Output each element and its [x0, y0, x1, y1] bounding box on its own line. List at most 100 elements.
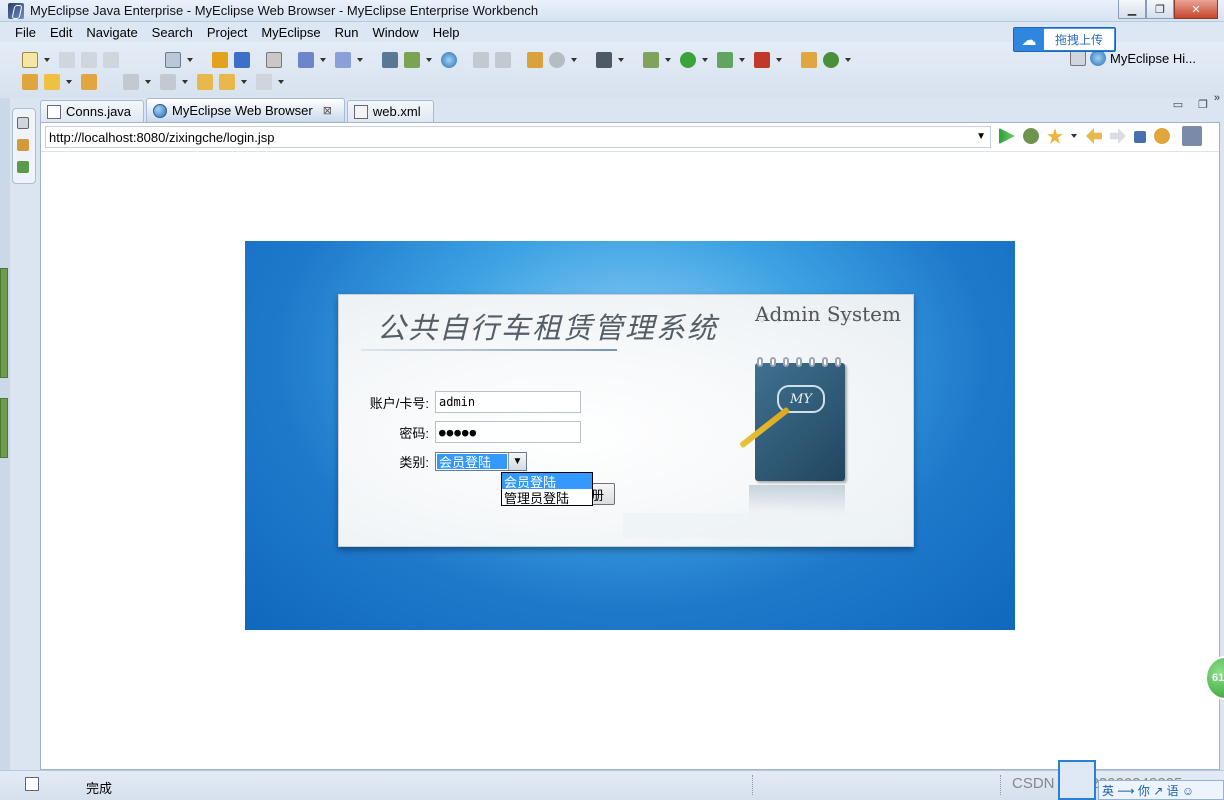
hierarchy-view-icon[interactable] [17, 161, 29, 173]
debug-dropdown-icon[interactable] [665, 52, 672, 68]
print-icon[interactable] [103, 52, 119, 68]
run-dropdown-icon[interactable] [702, 52, 709, 68]
prev-annotation-icon[interactable] [160, 74, 176, 90]
xml-file-icon [353, 104, 368, 119]
back-dropdown-icon[interactable] [241, 74, 248, 90]
gear-tool-icon[interactable] [549, 52, 565, 68]
forward-dropdown-icon[interactable] [278, 74, 285, 90]
menu-search[interactable]: Search [152, 25, 193, 40]
perspective-switcher[interactable]: MyEclipse Hi... [1070, 50, 1196, 66]
forward-arrow-icon[interactable] [256, 74, 272, 90]
save-all-icon[interactable] [81, 52, 97, 68]
open-type-icon[interactable] [801, 52, 817, 68]
myeclipse-icon[interactable] [1182, 126, 1202, 146]
close-window-button[interactable]: ✕ [1174, 0, 1218, 19]
open-tool-icon[interactable] [495, 52, 511, 68]
forward-icon[interactable] [1110, 128, 1126, 144]
camera-icon[interactable] [596, 52, 612, 68]
package-icon[interactable] [212, 52, 228, 68]
chevron-down-icon[interactable]: ▼ [508, 453, 526, 470]
refresh-dropdown-icon[interactable] [845, 52, 852, 68]
tab-label: MyEclipse Web Browser [172, 103, 313, 118]
login-card: 公共自行车租赁管理系统 Admin System Admin System 账户… [338, 294, 914, 547]
server-dropdown-icon[interactable] [187, 52, 194, 68]
hierarchy-icon[interactable] [382, 52, 398, 68]
ime-logo-icon[interactable] [1058, 760, 1096, 800]
password-input[interactable]: ●●●●● [435, 421, 581, 443]
menu-project[interactable]: Project [207, 25, 247, 40]
open-perspective-icon[interactable] [22, 74, 38, 90]
save-icon[interactable] [59, 52, 75, 68]
ime-status-bar[interactable]: 英 ⟶ 你 ↗ 语 ☺ [1098, 780, 1224, 800]
camera-dropdown-icon[interactable] [618, 52, 625, 68]
package-explorer-icon[interactable] [17, 139, 29, 151]
menu-file[interactable]: File [15, 25, 36, 40]
perspective-globe-icon [1090, 50, 1106, 66]
title-bar: MyEclipse Java Enterprise - MyEclipse We… [0, 0, 1224, 22]
menu-navigate[interactable]: Navigate [86, 25, 137, 40]
next-annotation-icon[interactable] [123, 74, 139, 90]
class-icon[interactable] [266, 52, 282, 68]
last-edit-icon[interactable] [197, 74, 213, 90]
external-dropdown-icon[interactable] [776, 52, 783, 68]
refresh-icon[interactable] [1154, 128, 1170, 144]
next-annotation-dropdown-icon[interactable] [145, 74, 152, 90]
java-file-icon [47, 104, 61, 119]
prev-annotation-dropdown-icon[interactable] [182, 74, 189, 90]
tab-conns-java[interactable]: Conns.java [40, 100, 145, 122]
url-input[interactable]: http://localhost:8080/zixingche/login.js… [45, 126, 991, 148]
deploy-project-icon[interactable] [404, 52, 420, 68]
deploy-icon[interactable] [234, 52, 250, 68]
back-arrow-icon[interactable] [219, 74, 235, 90]
debug-bug-icon[interactable] [643, 52, 659, 68]
wizard-dropdown-icon[interactable] [320, 52, 327, 68]
wand-dropdown-icon[interactable] [66, 74, 73, 90]
search-dropdown-icon[interactable] [357, 52, 364, 68]
open-perspective-button-icon[interactable] [1070, 50, 1086, 66]
url-history-dropdown-icon[interactable]: ▼ [976, 131, 986, 142]
favorite-star-icon[interactable] [1047, 128, 1063, 144]
wand-icon[interactable] [44, 74, 60, 90]
folder-icon[interactable] [81, 74, 97, 90]
menu-edit[interactable]: Edit [50, 25, 72, 40]
wizard-icon[interactable] [298, 52, 314, 68]
type-select[interactable]: 会员登陆 ▼ [435, 452, 527, 471]
tab-web-browser[interactable]: MyEclipse Web Browser ⊠ [146, 98, 345, 122]
search-tool-icon[interactable] [335, 52, 351, 68]
bean-icon[interactable] [527, 52, 543, 68]
go-play-icon[interactable] [999, 128, 1015, 144]
browser-globe-icon[interactable] [441, 52, 457, 68]
edit-tool-icon[interactable] [473, 52, 489, 68]
perspective-label[interactable]: MyEclipse Hi... [1110, 51, 1196, 66]
minimize-maximize-icon[interactable]: ▭ ❐ [1173, 98, 1214, 111]
type-label: 类别: [399, 455, 429, 470]
fast-view-icon[interactable] [25, 777, 39, 791]
new-dropdown-icon[interactable] [44, 52, 51, 68]
gear-dropdown-icon[interactable] [571, 52, 578, 68]
account-input[interactable]: admin [435, 391, 581, 413]
refresh-tool-icon[interactable] [823, 52, 839, 68]
new-server-icon[interactable] [165, 52, 181, 68]
menu-help[interactable]: Help [433, 25, 460, 40]
stop-icon[interactable] [1134, 131, 1146, 143]
run-config-icon[interactable] [717, 52, 733, 68]
baidu-upload-label[interactable]: 拖拽上传 [1044, 29, 1114, 50]
tab-web-xml[interactable]: web.xml [346, 100, 434, 122]
baidu-upload-widget[interactable]: ☁ 拖拽上传 [1013, 27, 1116, 52]
maximize-button[interactable]: ❐ [1146, 0, 1174, 19]
deploy-dropdown-icon[interactable] [426, 52, 433, 68]
back-icon[interactable] [1086, 128, 1102, 144]
debug-bug-icon[interactable] [1023, 128, 1039, 144]
menu-run[interactable]: Run [335, 25, 359, 40]
run-icon[interactable] [680, 52, 696, 68]
menu-window[interactable]: Window [372, 25, 418, 40]
close-tab-icon[interactable]: ⊠ [323, 104, 332, 117]
run-config-dropdown-icon[interactable] [739, 52, 746, 68]
option-admin-login[interactable]: 管理员登陆 [502, 489, 592, 506]
menu-myeclipse[interactable]: MyEclipse [261, 25, 320, 40]
external-tools-icon[interactable] [754, 52, 770, 68]
new-file-icon[interactable] [22, 52, 38, 68]
restore-view-icon[interactable] [17, 117, 29, 129]
minimize-button[interactable]: ▁ [1118, 0, 1146, 19]
favorites-dropdown-icon[interactable] [1071, 128, 1078, 144]
